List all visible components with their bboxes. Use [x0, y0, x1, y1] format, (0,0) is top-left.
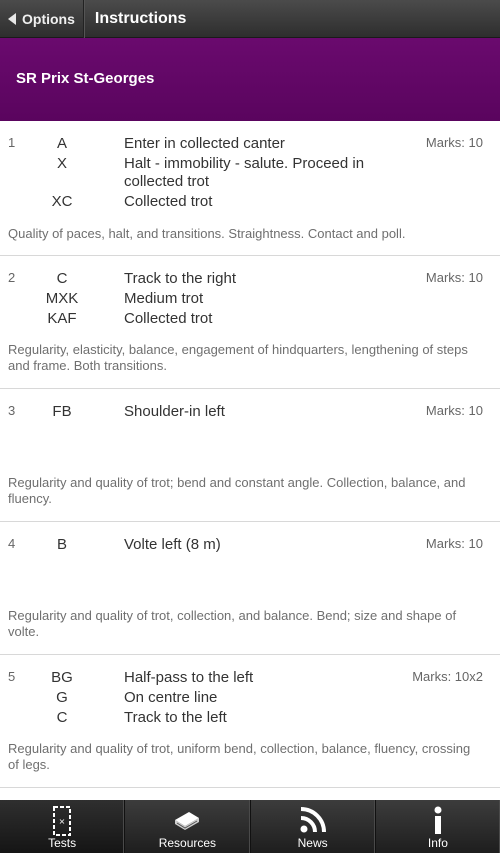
tab-tests[interactable]: × Tests [0, 800, 126, 853]
arena-letter: C [56, 270, 68, 287]
movement-number: 3 [8, 403, 16, 418]
movement-line: MXK Medium trot [0, 290, 500, 308]
movement-number: 2 [8, 270, 16, 285]
judging-criteria: Regularity and quality of trot; bend and… [8, 475, 466, 506]
movement-description: Volte left (8 m) [124, 536, 221, 553]
movement-item: 2 Marks: 10 C Track to the right MXK Med… [0, 256, 500, 389]
test-name: SR Prix St-Georges [16, 70, 155, 87]
movement-marks: Marks: 10 [425, 270, 483, 285]
movement-lines: C Track to the right MXK Medium trot KAF… [0, 256, 500, 328]
movement-item: 3 Marks: 10 FB Shoulder-in left Regulari… [0, 389, 500, 522]
movement-description: On centre line [124, 689, 218, 706]
movement-line: C Track to the left [0, 709, 500, 727]
back-button[interactable]: Options [0, 0, 84, 38]
page-title: Instructions [94, 9, 187, 27]
arena-letter: C [56, 709, 68, 726]
movement-description: Collected trot [124, 193, 213, 210]
movement-line: G On centre line [0, 689, 500, 707]
movement-line: XC Collected trot [0, 193, 500, 211]
movement-description: Enter in collected canter [124, 135, 285, 152]
arena-letter: XC [51, 193, 73, 210]
test-header: SR Prix St-Georges [0, 38, 500, 121]
arena-letter: FB [52, 403, 72, 420]
arena-letter: MXK [45, 290, 79, 307]
movement-marks: Marks: 10 [425, 135, 483, 150]
movement-number: 5 [8, 669, 16, 684]
movement-number: 1 [8, 135, 16, 150]
back-chevron-icon [8, 12, 16, 25]
movement-number: 4 [8, 536, 16, 551]
arena-letter: BG [51, 669, 73, 686]
movement-description: Halt - immobility - salute. Proceed in c… [124, 155, 365, 190]
movement-description: Collected trot [124, 310, 213, 327]
movement-description: Track to the left [124, 709, 227, 726]
movement-marks: Marks: 10x2 [412, 669, 483, 684]
movement-lines: BG Half-pass to the left G On centre lin… [0, 655, 500, 727]
arena-letter: X [56, 155, 67, 172]
tab-info-label: Info [427, 836, 448, 850]
movement-marks: Marks: 10 [425, 536, 483, 551]
arena-letter: A [56, 135, 67, 152]
book-icon [172, 806, 202, 837]
movement-line: KAF Collected trot [0, 310, 500, 328]
arena-letter: G [56, 689, 68, 706]
judging-criteria: Quality of paces, halt, and transitions.… [8, 226, 406, 241]
tab-resources[interactable]: Resources [125, 800, 251, 853]
svg-text:×: × [59, 817, 66, 826]
movement-marks: Marks: 10 [425, 403, 483, 418]
movement-line: X Halt - immobility - salute. Proceed in… [0, 155, 500, 191]
back-button-label: Options [22, 10, 75, 27]
tab-news-label: News [297, 836, 328, 850]
movement-description: Medium trot [124, 290, 204, 307]
judging-criteria: Regularity and quality of trot, uniform … [8, 741, 471, 772]
movement-item: 4 Marks: 10 B Volte left (8 m) Regularit… [0, 522, 500, 655]
movement-description: Half-pass to the left [124, 669, 254, 686]
tab-resources-label: Resources [158, 836, 217, 850]
movement-description: Track to the right [124, 270, 236, 287]
tab-news[interactable]: News [251, 800, 376, 853]
movement-description: Shoulder-in left [124, 403, 225, 420]
rss-icon [299, 806, 327, 839]
judging-criteria: Regularity and quality of trot, collecti… [8, 608, 457, 639]
action-bar: Options Instructions [0, 0, 500, 38]
tab-tests-label: Tests [48, 836, 77, 850]
movement-item: 5 Marks: 10x2 BG Half-pass to the left G… [0, 655, 500, 788]
bottom-tab-bar: × Tests Resources News Info [0, 800, 500, 853]
arena-letter: B [56, 536, 67, 553]
tab-info[interactable]: Info [376, 800, 500, 853]
arena-letter: KAF [47, 310, 77, 327]
movement-item: 1 Marks: 10 A Enter in collected canter … [0, 121, 500, 256]
judging-criteria: Regularity, elasticity, balance, engagem… [8, 342, 468, 373]
movements-list[interactable]: 1 Marks: 10 A Enter in collected canter … [0, 121, 500, 800]
